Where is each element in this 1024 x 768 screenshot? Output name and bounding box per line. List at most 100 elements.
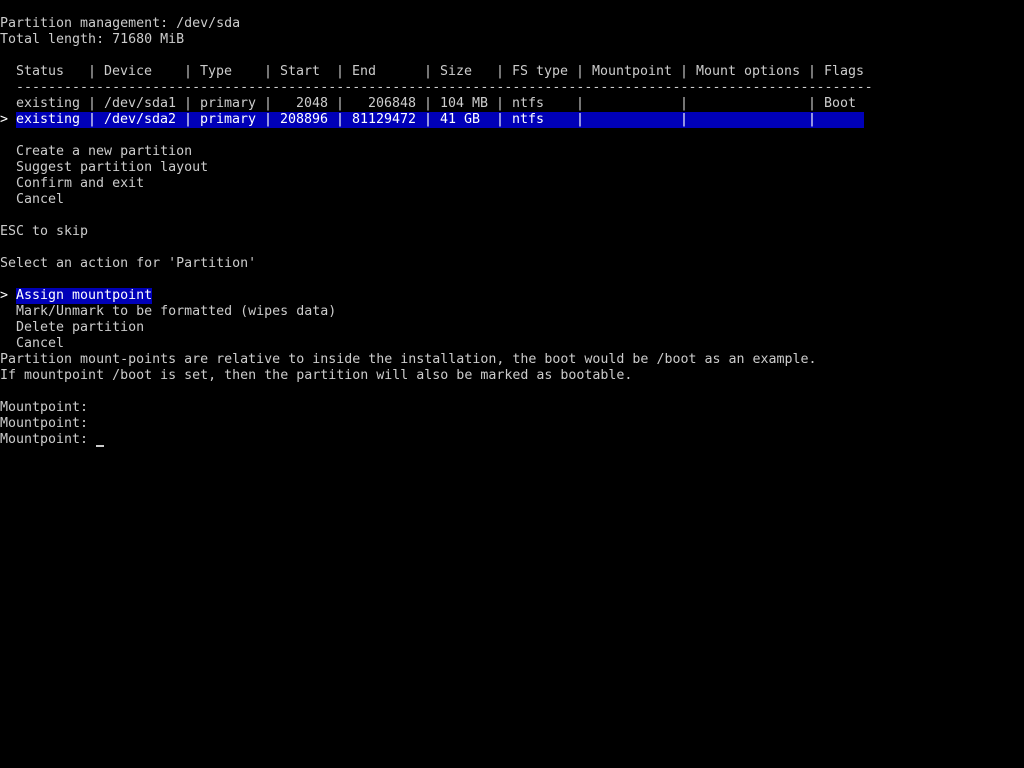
- cell-status: existing: [16, 96, 81, 111]
- action-item[interactable]: Mark/Unmark to be formatted (wipes data): [0, 304, 1024, 320]
- column-divider: |: [576, 96, 585, 111]
- column-divider: |: [808, 64, 817, 79]
- esc-hint: ESC to skip: [0, 224, 89, 239]
- cell-fs-type: ntfs: [512, 96, 545, 111]
- column-divider: |: [680, 112, 689, 127]
- column-divider: |: [424, 96, 433, 111]
- column-divider: |: [496, 112, 505, 127]
- mountpoint-label: Mountpoint:: [0, 400, 89, 415]
- column-header-start: Start: [280, 64, 321, 79]
- cell-start: 208896: [279, 112, 328, 127]
- cell-type: primary: [200, 112, 257, 127]
- menu-item-label: Cancel: [16, 192, 65, 207]
- info-text: Partition mount-points are relative to i…: [0, 352, 817, 367]
- column-header-end: End: [352, 64, 377, 79]
- menu-item[interactable]: Cancel: [0, 192, 1024, 208]
- action-item-label: Cancel: [16, 336, 65, 351]
- action-prompt-line: Select an action for 'Partition': [0, 256, 1024, 272]
- header-title-line: Partition management: /dev/sda: [0, 16, 1024, 32]
- cell-device: /dev/sda1: [104, 96, 177, 111]
- column-divider: |: [264, 64, 273, 79]
- column-divider: |: [424, 112, 433, 127]
- total-length-line: Total length: 71680 MiB: [0, 32, 1024, 48]
- table-header: Status Device Type Start End Size FS type Mount…: [0, 64, 1024, 80]
- mountpoint-prompt: Mountpoint:: [0, 416, 1024, 432]
- menu-item-label: Create a new partition: [16, 144, 193, 159]
- cell-status: existing: [16, 112, 81, 127]
- column-divider: |: [184, 96, 193, 111]
- partition-menu: Create a new partition Suggest partition …: [0, 144, 1024, 208]
- column-header-type: Type: [200, 64, 233, 79]
- column-divider: |: [264, 112, 273, 127]
- cell-flags: Boot: [824, 96, 857, 111]
- mountpoint-prompt-active[interactable]: Mountpoint:: [0, 432, 1024, 448]
- info-line: Partition mount-points are relative to i…: [0, 352, 1024, 368]
- mountpoint-prompt: Mountpoint:: [0, 400, 1024, 416]
- cell-fs-type: ntfs: [512, 112, 545, 127]
- column-divider: |: [336, 112, 345, 127]
- cell-end: 81129472: [351, 112, 416, 127]
- column-divider: |: [264, 96, 273, 111]
- cell-type: primary: [200, 96, 257, 111]
- total-length: Total length: 71680 MiB: [0, 32, 185, 47]
- column-header-device: Device: [104, 64, 153, 79]
- cell-start: 2048: [295, 96, 328, 111]
- column-divider: |: [680, 96, 689, 111]
- column-divider: |: [88, 112, 97, 127]
- column-divider: |: [680, 64, 689, 79]
- cell-end: 206848: [367, 96, 416, 111]
- info-text: If mountpoint /boot is set, then the par…: [0, 368, 633, 383]
- action-prompt: Select an action for 'Partition': [0, 256, 257, 271]
- cell-device: /dev/sda2: [104, 112, 177, 127]
- column-divider: |: [184, 64, 193, 79]
- menu-item[interactable]: Create a new partition: [0, 144, 1024, 160]
- menu-item-label: Suggest partition layout: [16, 160, 209, 175]
- column-header-fs-type: FS type: [512, 64, 569, 79]
- header-title: Partition management: /dev/sda: [0, 16, 241, 31]
- column-divider: |: [88, 96, 97, 111]
- mountpoint-label: Mountpoint:: [0, 432, 89, 447]
- text-cursor: [96, 445, 104, 447]
- esc-hint-line: ESC to skip: [0, 224, 1024, 240]
- partition-row[interactable]: > existing/dev/sda2 primary 208896 81129472 4…: [0, 112, 1024, 128]
- menu-item-label: Confirm and exit: [16, 176, 145, 191]
- column-header-size: Size: [440, 64, 473, 79]
- column-divider: |: [576, 64, 585, 79]
- action-item-label: Mark/Unmark to be formatted (wipes data): [16, 304, 337, 319]
- selection-caret: >: [0, 112, 9, 127]
- info-line: If mountpoint /boot is set, then the par…: [0, 368, 1024, 384]
- column-divider: |: [336, 64, 345, 79]
- column-divider: |: [496, 96, 505, 111]
- column-divider: |: [576, 112, 585, 127]
- table-rows: existing/dev/sda1 primary 2048 206848 104 MB…: [0, 96, 1024, 128]
- action-item[interactable]: Cancel: [0, 336, 1024, 352]
- cell-size: 104 MB: [440, 96, 489, 111]
- partition-row[interactable]: existing/dev/sda1 primary 2048 206848 104 MB…: [0, 96, 1024, 112]
- column-divider: |: [336, 96, 345, 111]
- cell-size: 41 GB: [440, 112, 481, 127]
- action-item-label: Delete partition: [16, 320, 145, 335]
- terminal-screen: Partition management: /dev/sda Total len…: [0, 16, 1024, 448]
- menu-item[interactable]: Confirm and exit: [0, 176, 1024, 192]
- column-divider: |: [496, 64, 505, 79]
- table-separator: ----------------------------------------…: [0, 80, 1024, 96]
- column-divider: |: [808, 112, 817, 127]
- column-header-mount-options: Mount options: [696, 64, 801, 79]
- column-divider: |: [424, 64, 433, 79]
- column-divider: |: [808, 96, 817, 111]
- column-divider: |: [184, 112, 193, 127]
- action-item[interactable]: Delete partition: [0, 320, 1024, 336]
- column-divider: |: [88, 64, 97, 79]
- menu-item[interactable]: Suggest partition layout: [0, 160, 1024, 176]
- mountpoint-label: Mountpoint:: [0, 416, 89, 431]
- action-item-label: Assign mountpoint: [16, 288, 153, 304]
- action-item[interactable]: > Assign mountpoint: [0, 288, 1024, 304]
- selection-caret: >: [0, 288, 9, 303]
- column-header-status: Status: [16, 64, 65, 79]
